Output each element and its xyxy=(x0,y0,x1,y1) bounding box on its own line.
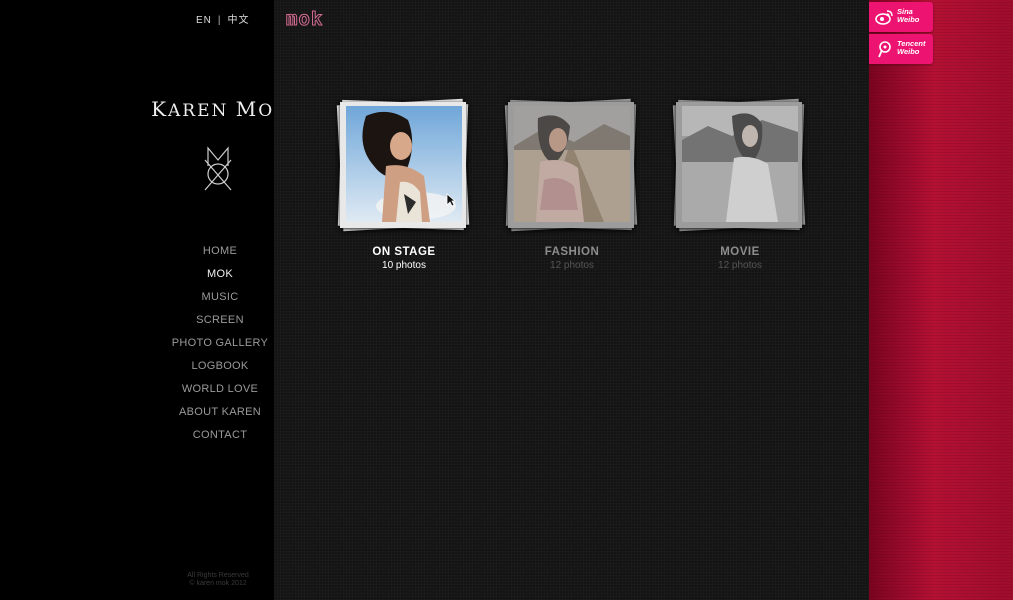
lang-en-link[interactable]: EN xyxy=(196,15,212,26)
album-photo-count: 12 photos xyxy=(550,260,594,271)
tencent-weibo-icon xyxy=(878,41,891,58)
copyright-footer: All Rights Reserved © karen mok 2012 xyxy=(170,572,266,588)
album-photo-count: 10 photos xyxy=(382,260,426,271)
tencent-weibo-button[interactable]: Tencent Weibo xyxy=(869,34,933,64)
weibo-icon xyxy=(875,10,893,25)
sina-weibo-label: Sina Weibo xyxy=(897,8,919,24)
language-switcher: EN | 中文 xyxy=(196,11,250,26)
album-title: MOVIE xyxy=(720,246,760,258)
sidebar: EN | 中文 KAREN MOK HOME MOK MUSIC SCREEN PH… xyxy=(0,0,287,600)
album-title: FASHION xyxy=(544,246,600,258)
album-photo-stack xyxy=(334,96,474,236)
album-cover-photo xyxy=(346,106,462,222)
nav-item-screen[interactable]: SCREEN xyxy=(165,309,275,332)
nav-item-music[interactable]: MUSIC xyxy=(165,286,275,309)
logo-letter-m: M xyxy=(235,97,259,121)
mok-emblem-icon xyxy=(204,146,232,191)
nav-item-home[interactable]: HOME xyxy=(165,240,275,263)
tencent-weibo-label: Tencent Weibo xyxy=(897,40,925,56)
main-content: mok ON STAGE 10 photos FASHION 12 photos… xyxy=(274,0,869,600)
brand-logo[interactable]: mok xyxy=(285,8,323,31)
nav-item-contact[interactable]: CONTACT xyxy=(165,424,275,447)
nav-item-about-karen[interactable]: ABOUT KAREN xyxy=(165,401,275,424)
mouse-pointer-icon xyxy=(446,193,456,207)
lang-separator: | xyxy=(217,15,222,26)
logo-letters-aren: AREN xyxy=(168,101,236,121)
tencent-label-line2: Weibo xyxy=(897,47,920,56)
copyright-line-1: All Rights Reserved xyxy=(187,572,249,579)
album-photo-stack xyxy=(502,96,642,236)
album-photo-count: 12 photos xyxy=(718,260,762,271)
lang-zh-link[interactable]: 中文 xyxy=(228,11,250,26)
nav-item-world-love[interactable]: WORLD LOVE xyxy=(165,378,275,401)
sina-label-line2: Weibo xyxy=(897,15,920,24)
nav-item-mok[interactable]: MOK xyxy=(165,263,275,286)
album-cover-photo xyxy=(514,106,630,222)
main-nav: HOME MOK MUSIC SCREEN PHOTO GALLERY LOGB… xyxy=(165,240,275,447)
nav-item-logbook[interactable]: LOGBOOK xyxy=(165,355,275,378)
logo-letter-k: K xyxy=(151,97,169,121)
nav-item-photo-gallery[interactable]: PHOTO GALLERY xyxy=(165,332,275,355)
sina-weibo-button[interactable]: Sina Weibo xyxy=(869,2,933,32)
album-on-stage[interactable]: ON STAGE 10 photos xyxy=(334,96,474,271)
site-logo-text[interactable]: KAREN MOK xyxy=(150,97,290,121)
copyright-line-2: © karen mok 2012 xyxy=(189,580,247,587)
album-fashion[interactable]: FASHION 12 photos xyxy=(502,96,642,271)
decorative-red-panel: Sina Weibo Tencent Weibo xyxy=(869,0,1013,600)
album-photo-stack xyxy=(670,96,810,236)
album-cover-photo xyxy=(682,106,798,222)
album-movie[interactable]: MOVIE 12 photos xyxy=(670,96,810,271)
album-title: ON STAGE xyxy=(372,246,436,258)
